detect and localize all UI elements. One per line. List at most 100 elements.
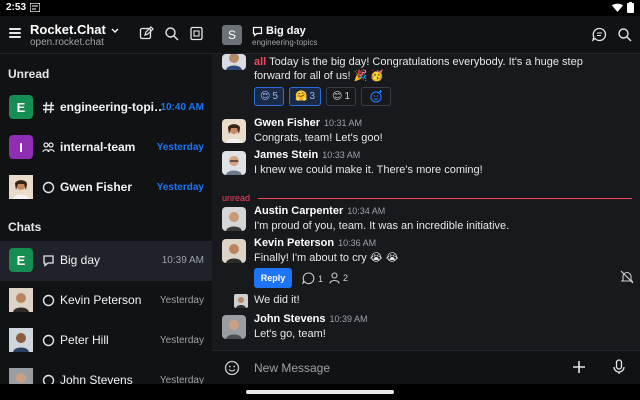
status-offline-icon <box>42 294 55 307</box>
search-icon[interactable] <box>164 26 179 41</box>
notification-icon <box>30 3 40 12</box>
message-item[interactable]: We did it! <box>222 292 632 310</box>
message-time: 10:33 AM <box>322 150 361 160</box>
room-item-kevin-peterson[interactable]: Kevin Peterson Yesterday <box>0 281 212 321</box>
room-item-big-day[interactable]: E Big day 10:39 AM <box>0 241 212 281</box>
thread-info: Reply 1 2 <box>254 268 636 288</box>
status-offline-icon <box>42 334 55 347</box>
workspace-switcher[interactable]: Rocket.Chat <box>30 22 119 37</box>
user-avatar <box>222 151 246 175</box>
room-name: Gwen Fisher <box>60 180 133 194</box>
room-time: Yesterday <box>159 295 204 306</box>
message-text: Congrats, team! Let's goo! <box>254 132 383 144</box>
thread-replies: 1 <box>302 272 323 285</box>
user-avatar <box>222 119 246 143</box>
chat-header: S Big day engineering-topics <box>212 16 640 54</box>
sidebar: Rocket.Chat open.rocket.chat Unread E en… <box>0 16 212 384</box>
chat-pane: S Big day engineering-topics all Today i… <box>212 16 640 384</box>
room-time: 10:39 AM <box>161 255 204 266</box>
message-text: I knew we could make it. There's more co… <box>254 164 483 176</box>
user-icon <box>329 272 340 284</box>
user-avatar <box>222 54 246 70</box>
bell-off-icon[interactable] <box>620 270 634 284</box>
room-time: 10:40 AM <box>160 102 204 113</box>
user-avatar <box>222 207 246 231</box>
hashtag-icon <box>43 101 54 114</box>
avatar: I <box>9 135 33 159</box>
reaction-count: 3 <box>309 91 316 102</box>
user-avatar <box>9 288 33 312</box>
reactions-bar: 😍 5 🤗 3 😊 1 <box>254 87 392 106</box>
message-item[interactable]: John Stevens 10:39 AM Let's go, team! <box>222 313 632 343</box>
sidebar-header: Rocket.Chat open.rocket.chat <box>0 16 212 54</box>
unread-label: unread <box>222 193 251 203</box>
message-author[interactable]: James Stein 10:33 AM <box>254 149 360 161</box>
message-author[interactable]: Austin Carpenter 10:34 AM <box>254 205 385 217</box>
search-icon[interactable] <box>617 27 632 42</box>
home-gesture-handle[interactable] <box>246 390 394 394</box>
message-text: I'm proud of you, team. It was an incred… <box>254 220 510 232</box>
reaction-hug[interactable]: 🤗 3 <box>289 87 322 106</box>
room-item-internal-team[interactable]: I internal-team Yesterday <box>0 128 212 168</box>
room-item-engineering-topics[interactable]: E engineering-topi… 10:40 AM <box>0 88 212 128</box>
message-composer: New Message <box>212 350 640 384</box>
reaction-heart-eyes[interactable]: 😍 5 <box>254 87 284 106</box>
compose-icon[interactable] <box>139 26 154 41</box>
message-time: 10:31 AM <box>324 118 363 128</box>
mention-all[interactable]: all <box>254 56 266 68</box>
thread-participants: 2 <box>329 272 348 284</box>
message-input[interactable]: New Message <box>254 361 330 375</box>
chevron-down-icon <box>111 28 119 33</box>
plus-icon[interactable] <box>572 360 586 374</box>
message-time: 10:34 AM <box>347 206 386 216</box>
user-avatar <box>222 239 246 263</box>
reaction-smile[interactable]: 😊 1 <box>326 87 357 106</box>
message-item[interactable]: Gwen Fisher 10:31 AM Congrats, team! Let'… <box>222 117 632 147</box>
message-text: Finally! I'm about to cry 😭 😭 <box>254 252 399 264</box>
message-item[interactable]: Austin Carpenter 10:34 AM I'm proud of yo… <box>222 205 632 235</box>
status-time: 2:53 <box>6 2 27 13</box>
discussion-icon <box>252 26 263 37</box>
user-avatar <box>9 328 33 352</box>
message-author[interactable]: Gwen Fisher 10:31 AM <box>254 117 362 129</box>
menu-icon[interactable] <box>9 28 21 38</box>
status-offline-icon <box>42 181 55 194</box>
room-time: Yesterday <box>159 375 204 384</box>
emoji-icon[interactable] <box>224 360 240 376</box>
message-item[interactable]: Kevin Peterson 10:36 AM Finally! I'm abou… <box>222 237 632 267</box>
unread-divider: unread <box>222 193 632 203</box>
message-author[interactable]: John Stevens 10:39 AM <box>254 313 368 325</box>
room-item-peter-hill[interactable]: Peter Hill Yesterday <box>0 321 212 361</box>
room-time: Yesterday <box>159 335 204 346</box>
team-icon <box>42 142 55 153</box>
message-time: 10:36 AM <box>338 238 377 248</box>
message-author[interactable]: Kevin Peterson 10:36 AM <box>254 237 376 249</box>
discussion-icon <box>43 255 54 267</box>
workspace-url: open.rocket.chat <box>30 37 104 48</box>
threads-icon[interactable] <box>592 27 607 42</box>
user-avatar <box>9 175 33 199</box>
room-name: Kevin Peterson <box>60 293 142 307</box>
room-subtitle: engineering-topics <box>252 38 318 47</box>
room-name: Peter Hill <box>60 333 109 347</box>
room-name: Big day <box>60 253 101 267</box>
status-bar: 2:53 <box>0 0 640 16</box>
wifi-icon <box>612 3 623 12</box>
room-time: Yesterday <box>156 142 204 153</box>
system-nav-bar <box>0 384 640 400</box>
reaction-count: 1 <box>344 91 351 102</box>
message-item[interactable]: James Stein 10:33 AM I knew we could make… <box>222 149 632 179</box>
user-avatar <box>234 294 248 308</box>
directory-icon[interactable] <box>189 26 204 41</box>
user-avatar <box>222 315 246 339</box>
chats-section-title: Chats <box>8 220 42 234</box>
room-item-gwen-fisher[interactable]: Gwen Fisher Yesterday <box>0 168 212 208</box>
message-time: 10:39 AM <box>329 314 368 324</box>
room-title[interactable]: Big day <box>266 25 306 37</box>
add-reaction-button[interactable] <box>361 87 392 106</box>
room-avatar: S <box>222 25 242 45</box>
room-item-john-stevens[interactable]: John Stevens Yesterday <box>0 361 212 384</box>
room-name: John Stevens <box>60 373 133 384</box>
reply-button[interactable]: Reply <box>254 268 292 288</box>
microphone-icon[interactable] <box>612 359 626 375</box>
